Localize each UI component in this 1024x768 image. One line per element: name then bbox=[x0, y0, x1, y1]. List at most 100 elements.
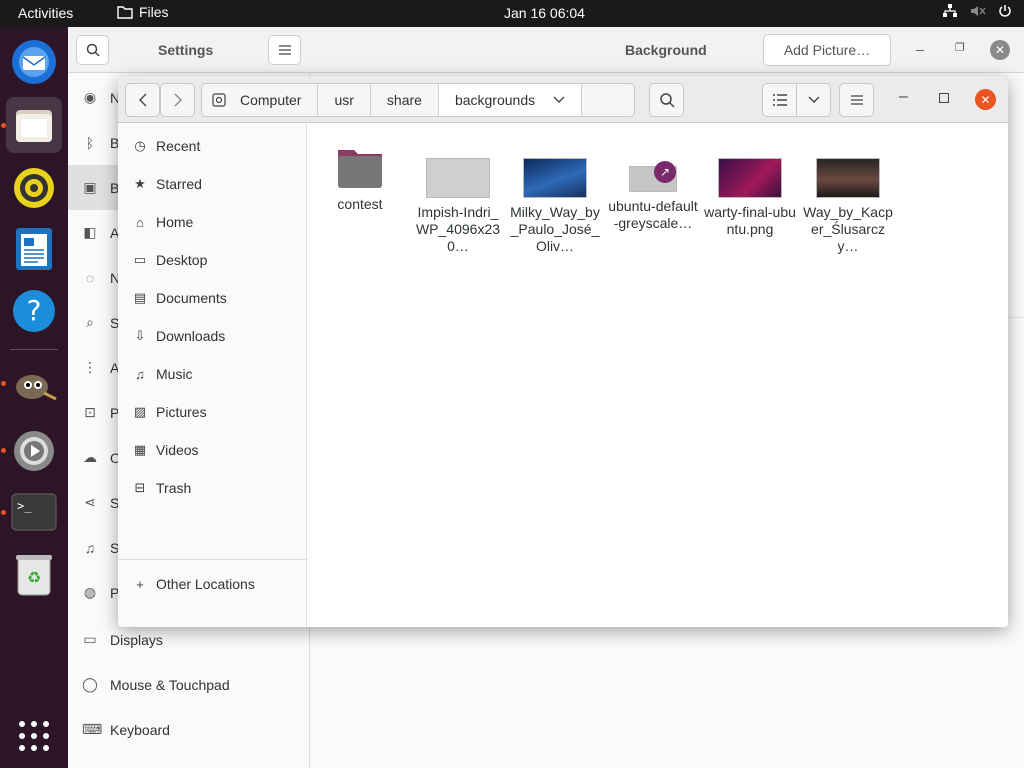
rhythmbox-icon bbox=[14, 168, 54, 208]
online-accounts-icon: ☁ bbox=[83, 449, 97, 465]
clock[interactable]: Jan 16 06:04 bbox=[504, 5, 585, 21]
search-button[interactable] bbox=[649, 83, 684, 117]
activities-button[interactable]: Activities bbox=[18, 5, 73, 21]
place-music[interactable]: ♫ Music bbox=[118, 355, 307, 393]
pictures-icon: ▨ bbox=[133, 404, 147, 419]
files-window: Computer usr share backgrounds – ✕ ◷ Rece… bbox=[118, 76, 1008, 627]
place-other-locations[interactable]: + Other Locations bbox=[118, 565, 307, 603]
place-label: Other Locations bbox=[156, 576, 255, 592]
crumb-backgrounds[interactable]: backgrounds bbox=[438, 84, 583, 116]
place-home[interactable]: ⌂ Home bbox=[118, 203, 307, 241]
terminal-launcher[interactable]: >_ bbox=[6, 484, 62, 540]
file-grid: contest Impish-Indri_WP_4096x230… Milky_… bbox=[308, 124, 1008, 627]
file-name: Way_by_Kacper_Ślusarczy… bbox=[803, 204, 893, 254]
network-icon bbox=[943, 4, 957, 17]
place-videos[interactable]: ▦ Videos bbox=[118, 431, 307, 469]
crumb-usr[interactable]: usr bbox=[318, 84, 371, 116]
list-view-icon bbox=[772, 94, 787, 106]
file-item[interactable]: Impish-Indri_WP_4096x230… bbox=[412, 146, 504, 255]
files-launcher[interactable] bbox=[6, 97, 62, 153]
help-icon: ? bbox=[13, 290, 55, 332]
videos-icon: ▦ bbox=[133, 442, 147, 457]
file-item[interactable]: warty-final-ubuntu.png bbox=[704, 146, 796, 238]
file-item[interactable]: Milky_Way_by_Paulo_José_Oliv… bbox=[509, 146, 601, 255]
place-label: Home bbox=[156, 214, 194, 230]
gimp-launcher[interactable] bbox=[6, 357, 62, 413]
home-icon: ⌂ bbox=[136, 214, 144, 230]
file-name: ubuntu-default-greyscale… bbox=[608, 198, 698, 231]
help-launcher[interactable]: ? bbox=[6, 283, 62, 339]
hamburger-icon bbox=[278, 45, 291, 55]
chevron-left-icon bbox=[138, 93, 146, 107]
place-starred[interactable]: ★ Starred bbox=[118, 165, 307, 203]
settings-search-button[interactable] bbox=[76, 35, 109, 65]
crumb-label: share bbox=[386, 92, 422, 108]
crumb-label: backgrounds bbox=[454, 92, 536, 108]
system-tray[interactable] bbox=[942, 4, 1012, 18]
app-menu-label: Files bbox=[139, 4, 169, 20]
app-menu[interactable]: Files bbox=[117, 4, 169, 20]
file-item[interactable]: contest bbox=[314, 146, 406, 213]
view-options-button[interactable] bbox=[796, 83, 831, 117]
folder-icon bbox=[117, 6, 133, 19]
place-downloads[interactable]: ⇩ Downloads bbox=[118, 317, 307, 355]
place-label: Pictures bbox=[156, 404, 207, 420]
documents-icon: ▤ bbox=[133, 290, 147, 305]
settings-minimize-button[interactable]: – bbox=[916, 41, 924, 57]
power-icon bbox=[999, 5, 1011, 17]
main-menu-button[interactable] bbox=[839, 83, 874, 117]
svg-text:?: ? bbox=[27, 294, 42, 327]
search-icon: ⌕ bbox=[86, 314, 94, 330]
place-pictures[interactable]: ▨ Pictures bbox=[118, 393, 307, 431]
chevron-down-icon bbox=[553, 96, 565, 103]
svg-text:♻: ♻ bbox=[27, 568, 41, 587]
file-name: Milky_Way_by_Paulo_José_Oliv… bbox=[510, 204, 600, 254]
trash-launcher[interactable]: ♻ bbox=[6, 546, 62, 602]
image-thumbnail bbox=[718, 158, 782, 198]
keyboard-icon: ⌨ bbox=[82, 721, 103, 737]
add-picture-button[interactable]: Add Picture… bbox=[763, 34, 891, 66]
trash-icon: ♻ bbox=[16, 555, 52, 596]
settings-title: Settings bbox=[158, 42, 214, 58]
file-item[interactable]: Way_by_Kacper_Ślusarczy… bbox=[802, 146, 894, 255]
settings-icon bbox=[14, 431, 54, 471]
top-bar: Activities Files Jan 16 06:04 bbox=[0, 0, 1024, 27]
running-indicator bbox=[1, 381, 6, 386]
image-thumbnail bbox=[816, 158, 880, 198]
settings-item-mouse[interactable]: ◯ Mouse & Touchpad bbox=[68, 662, 310, 707]
settings-close-button[interactable]: ✕ bbox=[990, 40, 1010, 60]
running-indicator bbox=[1, 448, 6, 453]
place-trash[interactable]: ⊟ Trash bbox=[118, 469, 307, 507]
settings-headerbar: Settings Background Add Picture… – ❐ ✕ bbox=[68, 27, 1024, 73]
downloads-icon: ⇩ bbox=[134, 328, 146, 343]
place-desktop[interactable]: ▭ Desktop bbox=[118, 241, 307, 279]
thunderbird-launcher[interactable] bbox=[6, 34, 62, 90]
crumb-empty[interactable] bbox=[582, 84, 634, 116]
settings-launcher[interactable] bbox=[6, 423, 62, 479]
minimize-button[interactable]: – bbox=[899, 88, 908, 106]
applications-icon: ⋮ bbox=[83, 359, 97, 375]
show-apps-button[interactable] bbox=[6, 708, 62, 764]
list-view-button[interactable] bbox=[762, 83, 797, 117]
image-thumbnail: ↗ bbox=[629, 161, 677, 192]
crumb-label: Computer bbox=[240, 92, 302, 108]
privacy-icon: ⊡ bbox=[84, 404, 96, 420]
place-documents[interactable]: ▤ Documents bbox=[118, 279, 307, 317]
place-recent[interactable]: ◷ Recent bbox=[118, 127, 307, 165]
file-item[interactable]: ↗ ubuntu-default-greyscale… bbox=[607, 146, 699, 232]
close-button[interactable]: ✕ bbox=[975, 89, 996, 110]
settings-maximize-button[interactable]: ❐ bbox=[955, 41, 965, 54]
panel-title: Background bbox=[625, 42, 707, 58]
settings-item-keyboard[interactable]: ⌨ Keyboard bbox=[68, 707, 310, 752]
crumb-computer[interactable]: Computer bbox=[202, 84, 319, 116]
maximize-button[interactable] bbox=[939, 93, 949, 103]
forward-button[interactable] bbox=[160, 83, 195, 117]
rhythmbox-launcher[interactable] bbox=[6, 160, 62, 216]
back-button[interactable] bbox=[125, 83, 160, 117]
crumb-share[interactable]: share bbox=[371, 84, 439, 116]
dock-separator bbox=[10, 349, 58, 350]
image-thumbnail bbox=[426, 158, 490, 198]
disk-icon bbox=[212, 93, 226, 107]
writer-launcher[interactable] bbox=[6, 221, 62, 277]
settings-menu-button[interactable] bbox=[268, 35, 301, 65]
